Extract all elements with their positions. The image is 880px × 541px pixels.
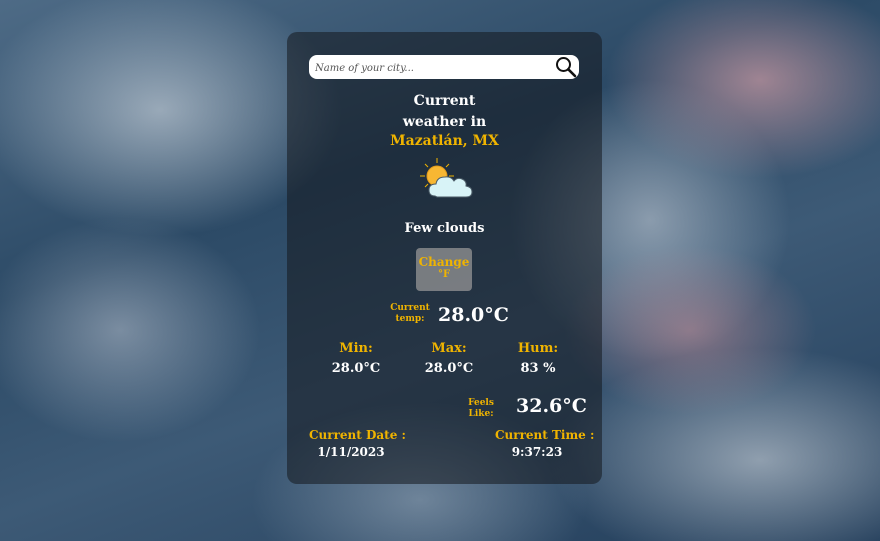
city-search-input[interactable]: [313, 57, 553, 79]
few-clouds-icon: [419, 156, 475, 202]
weather-card: Current weather in Mazatlán, MX Few clou…: [287, 32, 602, 484]
max-label: Max:: [431, 341, 467, 356]
min-value: 28.0°C: [331, 361, 381, 376]
feels-like-label-line1: Feels: [468, 398, 494, 408]
min-label: Min:: [339, 341, 373, 356]
current-temp-label: Current temp:: [388, 303, 432, 325]
city-name: Mazatlán, MX: [390, 133, 499, 149]
change-button-label: Change: [418, 255, 470, 269]
current-temp-label-line2: temp:: [395, 314, 425, 324]
feels-like-label: Feels Like:: [467, 398, 495, 420]
change-button-unit: °F: [437, 269, 451, 280]
current-time-label: Current Time :: [495, 428, 595, 442]
weather-heading: Current weather in: [287, 91, 602, 133]
current-temp-label-line1: Current: [390, 303, 430, 313]
search-bar: [309, 55, 579, 79]
max-value: 28.0°C: [424, 361, 474, 376]
current-date-value: 1/11/2023: [317, 445, 385, 459]
feels-like-label-line2: Like:: [468, 409, 494, 419]
current-date-label: Current Date :: [309, 428, 406, 442]
heading-line1: Current: [413, 93, 476, 109]
feels-like-value: 32.6°C: [516, 395, 587, 417]
heading-line2: weather in: [402, 114, 487, 130]
humidity-label: Hum:: [517, 341, 559, 356]
current-temp-value: 28.0°C: [438, 304, 509, 326]
change-unit-button[interactable]: Change °F: [416, 248, 472, 291]
humidity-value: 83 %: [520, 361, 556, 376]
weather-description: Few clouds: [404, 221, 485, 236]
search-icon[interactable]: [555, 56, 577, 78]
current-time-value: 9:37:23: [511, 445, 563, 459]
